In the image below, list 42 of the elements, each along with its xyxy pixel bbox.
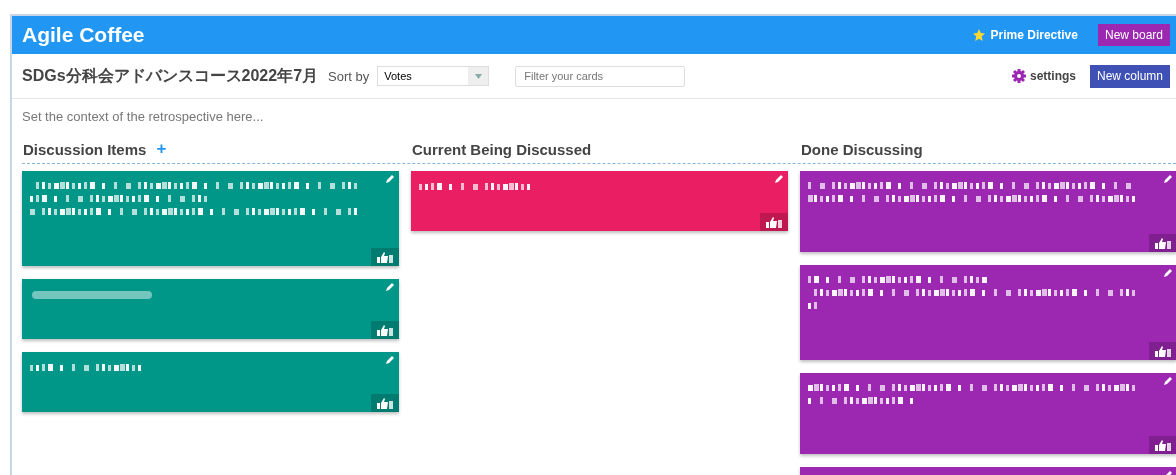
context-text[interactable]: Set the context of the retrospective here... (12, 99, 1176, 125)
column-title: Done Discussing (801, 140, 923, 158)
settings-icon (1011, 69, 1026, 83)
thumbs-up-icon (766, 216, 782, 228)
board-title: SDGs分科会アドバンスコース2022年7月 (22, 65, 319, 86)
pencil-icon[interactable] (386, 283, 394, 291)
thumbs-up-icon (1155, 439, 1171, 451)
caret-icon (474, 73, 482, 79)
thumbs-up-icon (377, 324, 393, 336)
pencil-icon[interactable] (1164, 175, 1172, 183)
pencil-icon[interactable] (386, 356, 394, 364)
retro-card[interactable] (22, 352, 399, 412)
vote-button[interactable] (371, 394, 399, 412)
filter-field[interactable]: Filter your cards (515, 65, 686, 87)
vote-button[interactable] (760, 213, 788, 231)
app-title: Agile Coffee (22, 23, 146, 47)
pencil-icon[interactable] (775, 175, 783, 183)
pencil-icon[interactable] (1164, 377, 1172, 385)
sort-label: Sort by (328, 68, 370, 84)
column-title: Discussion Items (23, 140, 147, 158)
thumbs-up-icon (1155, 345, 1171, 357)
retro-card[interactable] (800, 171, 1176, 252)
settings-button[interactable]: settings (1011, 69, 1076, 83)
thumbs-up-icon (377, 251, 393, 263)
new-board-button[interactable]: New board (1097, 24, 1170, 46)
vote-button[interactable] (1149, 436, 1176, 454)
retro-card[interactable] (22, 171, 399, 266)
vote-button[interactable] (1149, 342, 1176, 360)
column-title: Current Being Discussed (412, 140, 592, 158)
vote-button[interactable] (371, 248, 399, 266)
retro-card[interactable] (800, 265, 1176, 360)
vote-button[interactable] (371, 321, 399, 339)
sort-dropdown[interactable]: Votes (377, 66, 490, 86)
pencil-icon[interactable] (386, 175, 394, 183)
vote-button[interactable] (1149, 234, 1176, 252)
star-icon (972, 29, 985, 41)
thumbs-up-icon (377, 397, 393, 409)
pencil-icon[interactable] (1164, 269, 1172, 277)
thumbs-up-icon (1155, 237, 1171, 249)
retro-card[interactable] (411, 171, 788, 231)
new-column-button[interactable]: New column (1089, 64, 1170, 88)
retro-card[interactable] (800, 373, 1176, 454)
